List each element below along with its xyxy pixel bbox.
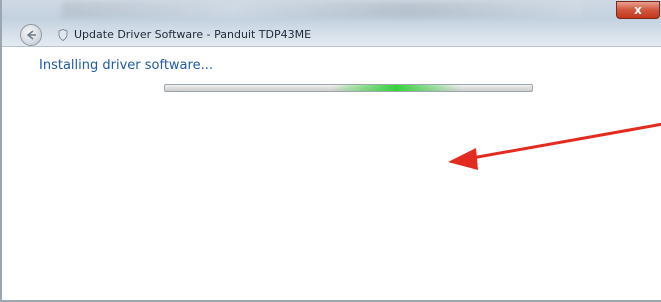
annotation-arrow [448,122,661,170]
update-driver-window: Update Driver Software - Panduit TDP43ME… [0,0,661,302]
annotation-arrow-line [471,122,661,160]
annotation-arrow-head [448,148,478,170]
